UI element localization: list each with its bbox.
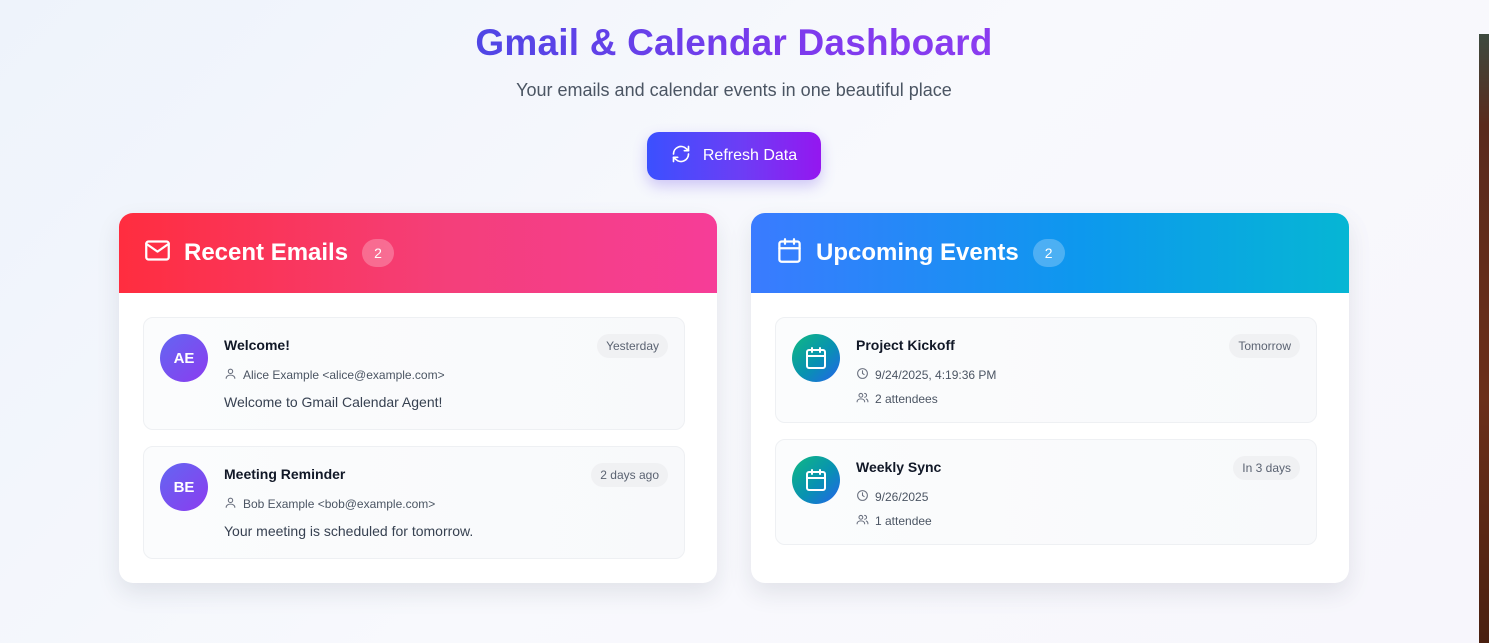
event-attendees: 2 attendees bbox=[856, 391, 938, 407]
event-calendar-icon bbox=[792, 334, 840, 382]
upcoming-events-header: Upcoming Events 2 bbox=[751, 213, 1349, 293]
avatar: BE bbox=[160, 463, 208, 511]
attendees-text: 2 attendees bbox=[875, 392, 938, 406]
email-sender: Bob Example <bob@example.com> bbox=[224, 496, 435, 512]
refresh-button-label: Refresh Data bbox=[702, 147, 798, 164]
event-item[interactable]: Weekly Sync In 3 days 9/26/2025 1 attend… bbox=[775, 439, 1317, 545]
event-datetime: 9/24/2025, 4:19:36 PM bbox=[856, 367, 996, 383]
avatar: AE bbox=[160, 334, 208, 382]
refresh-icon bbox=[671, 144, 691, 169]
time-badge: In 3 days bbox=[1233, 456, 1300, 480]
calendar-icon bbox=[776, 237, 816, 269]
refresh-data-button[interactable]: Refresh Data bbox=[647, 132, 821, 180]
event-item[interactable]: Project Kickoff Tomorrow 9/24/2025, 4:19… bbox=[775, 317, 1317, 423]
event-attendees: 1 attendee bbox=[856, 513, 932, 529]
email-subject: Welcome! bbox=[224, 337, 290, 353]
page-title: Gmail & Calendar Dashboard bbox=[475, 22, 993, 63]
datetime-text: 9/24/2025, 4:19:36 PM bbox=[875, 368, 997, 382]
recent-emails-card: Recent Emails 2 AE Welcome! Yesterday Al… bbox=[119, 213, 717, 583]
clock-icon bbox=[856, 367, 869, 383]
event-title: Weekly Sync bbox=[856, 459, 942, 475]
upcoming-events-card: Upcoming Events 2 Project Kickoff Tomorr… bbox=[751, 213, 1349, 583]
sender-text: Bob Example <bob@example.com> bbox=[243, 497, 436, 511]
email-subject: Meeting Reminder bbox=[224, 466, 346, 482]
users-icon bbox=[856, 513, 869, 529]
event-title: Project Kickoff bbox=[856, 337, 955, 353]
email-preview: Your meeting is scheduled for tomorrow. bbox=[224, 523, 474, 539]
user-icon bbox=[224, 496, 237, 512]
page-header: Gmail & Calendar Dashboard Your emails a… bbox=[0, 22, 1468, 101]
user-icon bbox=[224, 367, 237, 383]
event-calendar-icon bbox=[792, 456, 840, 504]
email-preview: Welcome to Gmail Calendar Agent! bbox=[224, 394, 443, 410]
window-edge bbox=[1479, 34, 1489, 643]
event-count-badge: 2 bbox=[1032, 239, 1065, 267]
recent-emails-header: Recent Emails 2 bbox=[119, 213, 717, 293]
email-item[interactable]: AE Welcome! Yesterday Alice Example <ali… bbox=[143, 317, 685, 430]
time-badge: Tomorrow bbox=[1229, 334, 1300, 358]
email-count-badge: 2 bbox=[362, 239, 395, 267]
upcoming-events-title: Upcoming Events bbox=[816, 239, 1019, 266]
time-badge: Yesterday bbox=[597, 334, 668, 358]
email-sender: Alice Example <alice@example.com> bbox=[224, 367, 445, 383]
email-item[interactable]: BE Meeting Reminder 2 days ago Bob Examp… bbox=[143, 446, 685, 559]
clock-icon bbox=[856, 489, 869, 505]
time-badge: 2 days ago bbox=[591, 463, 668, 487]
page-subtitle: Your emails and calendar events in one b… bbox=[516, 80, 952, 100]
attendees-text: 1 attendee bbox=[875, 514, 932, 528]
mail-icon bbox=[144, 237, 184, 269]
recent-emails-title: Recent Emails bbox=[184, 239, 349, 266]
datetime-text: 9/26/2025 bbox=[875, 490, 929, 504]
users-icon bbox=[856, 391, 869, 407]
event-datetime: 9/26/2025 bbox=[856, 489, 928, 505]
sender-text: Alice Example <alice@example.com> bbox=[243, 368, 445, 382]
